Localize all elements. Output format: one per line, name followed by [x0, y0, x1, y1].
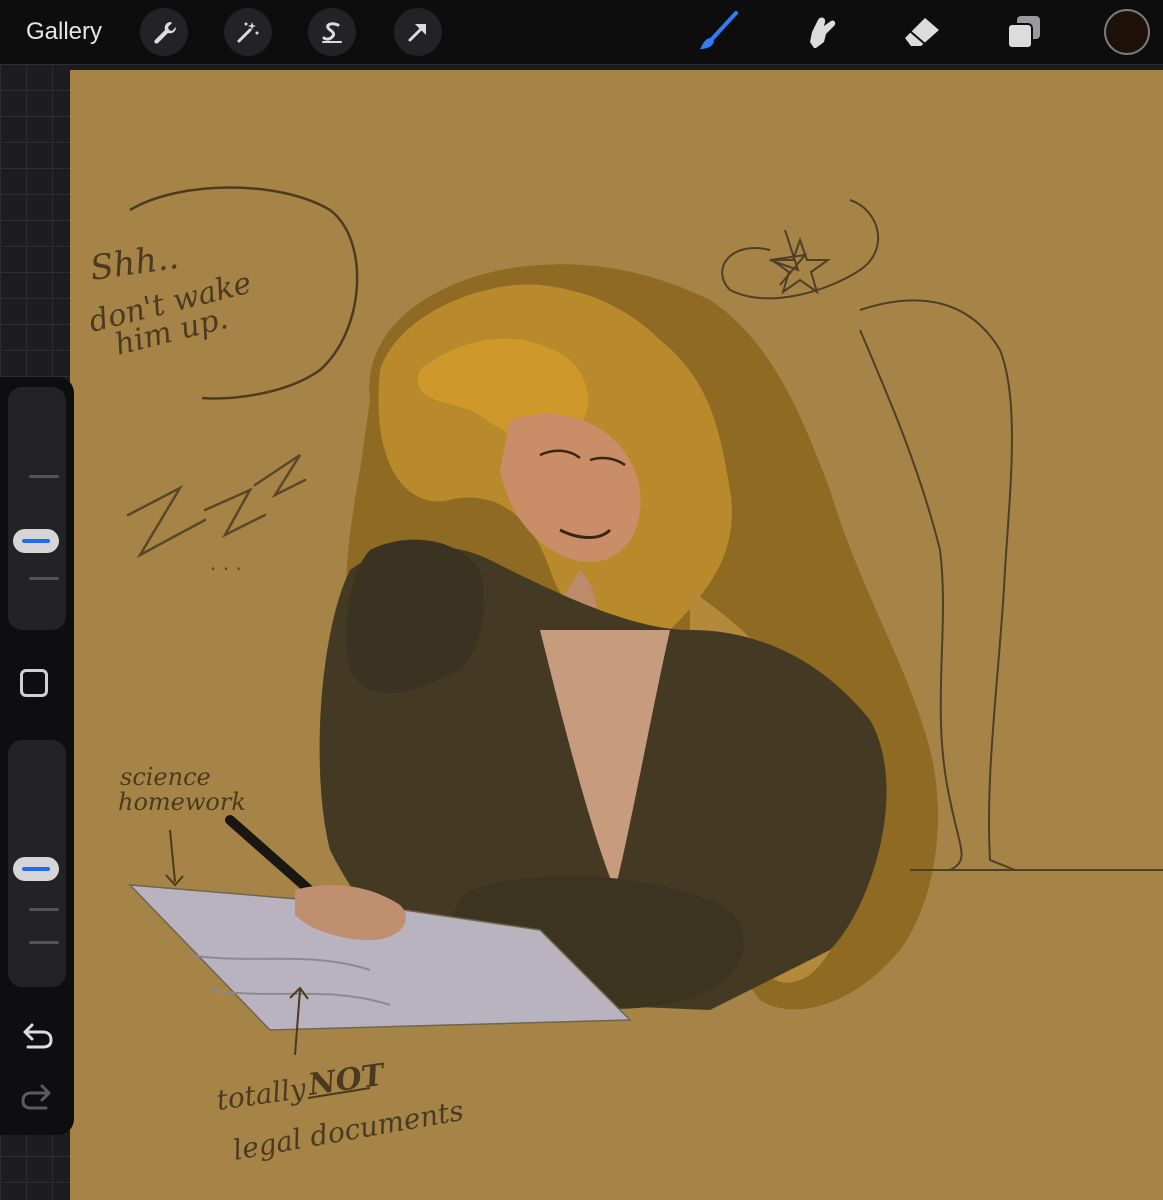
- slider-tick: [29, 577, 59, 580]
- wrench-icon: [154, 21, 177, 44]
- redo-icon[interactable]: [18, 1081, 56, 1113]
- brush-size-thumb[interactable]: [13, 529, 59, 553]
- color-picker-swatch[interactable]: [1104, 9, 1150, 55]
- selection-s-icon: [322, 22, 342, 43]
- eraser-tool-button[interactable]: [898, 8, 946, 56]
- eraser-icon: [905, 18, 939, 46]
- note-science: science: [120, 763, 211, 791]
- adjustments-button[interactable]: [224, 8, 272, 56]
- smudge-tool-button[interactable]: [796, 8, 844, 56]
- smudge-icon: [810, 17, 836, 48]
- transform-arrow-icon: [408, 24, 426, 42]
- left-sidebar: [0, 377, 74, 1135]
- brush-tool-button[interactable]: [694, 8, 742, 56]
- slider-tick: [29, 908, 59, 911]
- slider-tick: [29, 941, 59, 944]
- sleep-dots: . . .: [210, 551, 242, 575]
- opacity-thumb[interactable]: [13, 857, 59, 881]
- selection-button[interactable]: [308, 8, 356, 56]
- top-toolbar: Gallery: [0, 0, 1163, 65]
- brush-size-slider[interactable]: [8, 387, 66, 630]
- opacity-slider[interactable]: [8, 740, 66, 987]
- brush-icon: [700, 11, 738, 49]
- gallery-button[interactable]: Gallery: [26, 16, 102, 48]
- layers-icon: [1007, 16, 1040, 49]
- undo-icon[interactable]: [18, 1020, 56, 1052]
- modify-button[interactable]: [20, 669, 48, 697]
- layers-button[interactable]: [1000, 8, 1048, 56]
- actions-button[interactable]: [140, 8, 188, 56]
- transform-button[interactable]: [394, 8, 442, 56]
- magic-wand-icon: [237, 22, 259, 43]
- slider-tick: [29, 475, 59, 478]
- drawing-canvas[interactable]: Shh.. don't wake him up. . . . science h…: [70, 70, 1163, 1200]
- note-homework: homework: [118, 788, 246, 816]
